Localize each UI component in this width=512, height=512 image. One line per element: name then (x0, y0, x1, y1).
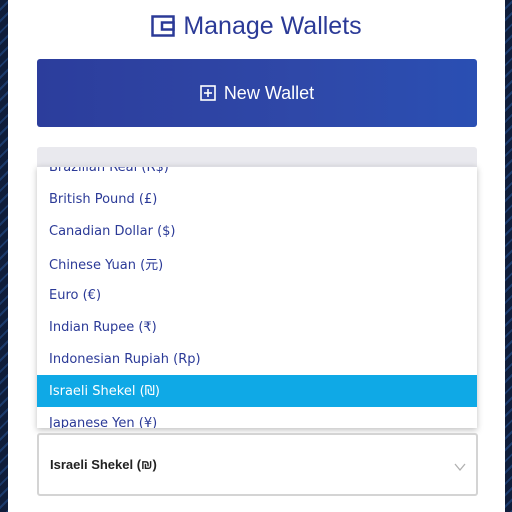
currency-option-highlighted[interactable]: Israeli Shekel (₪) (37, 375, 477, 407)
new-wallet-label: New Wallet (223, 82, 315, 103)
background-pattern-left (0, 0, 8, 512)
currency-select[interactable]: Israeli Shekel (₪) (37, 433, 478, 496)
currency-option[interactable]: Indian Rupee (₹) (37, 311, 477, 343)
currency-option[interactable]: Canadian Dollar ($) (37, 215, 477, 247)
plus-square-icon (200, 85, 216, 101)
currency-option[interactable]: Brazilian Real (R$) (37, 167, 477, 183)
wallet-icon (151, 14, 176, 38)
background-pattern-right (504, 0, 512, 512)
currency-option[interactable]: Indonesian Rupiah (Rp) (37, 343, 477, 375)
chevron-down-icon (454, 460, 466, 472)
currency-select-value: Israeli Shekel (₪) (50, 457, 157, 472)
currency-option[interactable]: British Pound (£) (37, 183, 477, 215)
currency-dropdown-list[interactable]: Brazilian Real (R$) British Pound (£) Ca… (37, 166, 477, 428)
currency-option[interactable]: Euro (€) (37, 279, 477, 311)
page-title-text: Manage Wallets (183, 11, 362, 40)
currency-option[interactable]: Chinese Yuan (元) (37, 247, 477, 279)
currency-option[interactable]: Japanese Yen (¥) (37, 407, 477, 429)
page-title: Manage Wallets (8, 8, 505, 44)
wallet-panel: Manage Wallets New Wallet Brazilian Real… (8, 0, 505, 512)
new-wallet-button[interactable]: New Wallet (37, 59, 477, 127)
